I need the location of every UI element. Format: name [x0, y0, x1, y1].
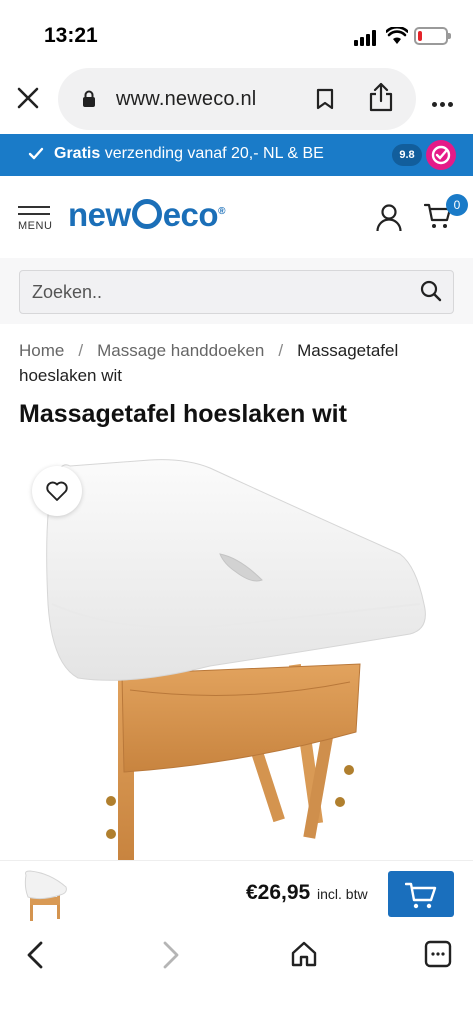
review-logo-icon[interactable]: [426, 140, 456, 170]
rating-badge[interactable]: 9.8: [392, 144, 422, 166]
wishlist-button[interactable]: [32, 466, 82, 516]
breadcrumb-separator: /: [278, 341, 284, 360]
chevron-right-icon[interactable]: [158, 940, 182, 970]
sticky-price-bar: €26,95 incl. btw: [0, 860, 473, 928]
product-image[interactable]: [0, 454, 473, 860]
hamburger-icon: [18, 206, 50, 208]
massage-table-image: [46, 459, 426, 860]
status-time: 13:21: [44, 24, 98, 47]
search-icon[interactable]: [420, 280, 442, 302]
signal-icon: [354, 30, 378, 46]
browser-bottom-bar: [0, 928, 473, 1024]
bookmark-icon[interactable]: [316, 88, 334, 110]
status-bar: 13:21: [0, 0, 473, 66]
home-icon[interactable]: [290, 940, 318, 968]
breadcrumb-item-category[interactable]: Massage handdoeken: [97, 341, 264, 360]
more-options-icon[interactable]: [432, 94, 456, 112]
shipping-banner: Gratis verzending vanaf 20,- NL & BE 9.8: [0, 134, 473, 176]
breadcrumb-item-home[interactable]: Home: [19, 341, 64, 360]
tabs-icon[interactable]: [424, 940, 452, 968]
lock-icon: [83, 90, 95, 107]
cart-icon: [405, 882, 437, 909]
battery-icon: [414, 27, 451, 45]
hamburger-icon-line: [18, 213, 50, 215]
shipping-text: Gratis verzending vanaf 20,- NL & BE: [54, 145, 324, 162]
heart-icon: [46, 481, 68, 501]
search-section: [0, 258, 473, 324]
menu-label[interactable]: MENU: [18, 220, 52, 232]
wifi-icon: [386, 27, 408, 44]
share-icon[interactable]: [368, 82, 394, 112]
logo-swirl-icon: [131, 199, 162, 229]
page-title: Massagetafel hoeslaken wit: [19, 400, 347, 428]
product-thumbnail[interactable]: [20, 867, 70, 923]
close-icon[interactable]: [16, 86, 40, 110]
browser-toolbar: www.neweco.nl: [0, 66, 473, 134]
logo-text-left: new: [68, 196, 131, 233]
menu-button[interactable]: [18, 206, 50, 220]
product-price: €26,95: [246, 881, 311, 904]
site-header: MENU new eco® 0: [0, 176, 473, 258]
logo-text-right: eco: [162, 196, 219, 233]
price-tax-note: incl. btw: [317, 886, 368, 902]
logo-registered: ®: [218, 206, 225, 217]
breadcrumb: Home / Massage handdoeken / Massagetafel hoe…: [19, 338, 459, 388]
check-icon: [28, 147, 44, 160]
site-logo[interactable]: new eco®: [68, 196, 225, 234]
url-text: www.neweco.nl: [116, 88, 257, 110]
add-to-cart-button[interactable]: [388, 871, 454, 917]
user-icon[interactable]: [376, 204, 402, 232]
chevron-left-icon[interactable]: [24, 940, 48, 970]
cart-count-badge[interactable]: 0: [446, 194, 468, 216]
breadcrumb-separator: /: [78, 341, 84, 360]
address-bar[interactable]: www.neweco.nl: [58, 68, 416, 130]
search-input[interactable]: [19, 270, 454, 314]
